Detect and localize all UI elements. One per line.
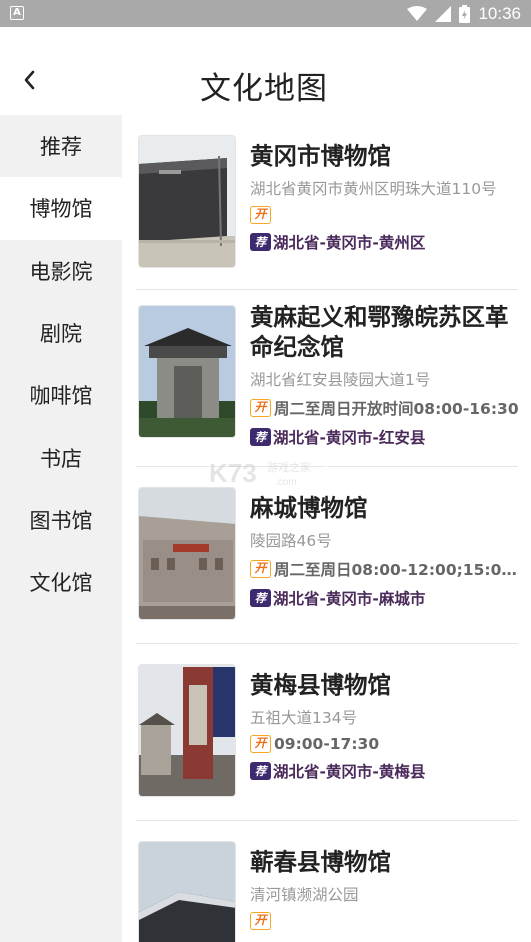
venue-photo — [138, 305, 236, 438]
venue-region: 湖北省-黄冈市-黄州区 — [273, 234, 426, 252]
venue-name: 黄冈市博物馆 — [250, 142, 391, 170]
hours-row: 开 周二至周日开放时间08:00-16:30 — [250, 397, 520, 419]
sidebar-item-bookstore[interactable]: 书店 — [0, 426, 122, 488]
venue-photo — [138, 487, 236, 620]
venue-name: 黄麻起义和鄂豫皖苏区革命纪念馆 — [250, 303, 509, 361]
sidebar-item-cultural-center[interactable]: 文化馆 — [0, 551, 122, 613]
list-item[interactable]: 蕲春县博物馆 清河镇濒湖公园 开 — [136, 841, 518, 942]
region-row: 荐 湖北省-黄冈市-红安县 — [250, 426, 520, 448]
notification-badge: A — [10, 6, 24, 20]
open-hours-icon: 开 — [250, 560, 271, 578]
hours-row: 开 — [250, 206, 520, 224]
venue-name: 蕲春县博物馆 — [250, 848, 391, 876]
venue-hours: 周二至周日08:00-12:00;15:00... — [274, 561, 520, 579]
recommend-icon: 荐 — [250, 428, 271, 446]
venue-name: 黄梅县博物馆 — [250, 671, 391, 699]
sidebar-item-library[interactable]: 图书馆 — [0, 489, 122, 551]
venue-address: 陵园路46号 — [250, 532, 332, 550]
venue-region: 湖北省-黄冈市-麻城市 — [273, 590, 426, 608]
list-item[interactable]: 黄梅县博物馆 五祖大道134号 开 09:00-17:30 荐 湖北省-黄冈市-… — [136, 664, 518, 821]
venue-photo — [138, 135, 236, 268]
region-row: 荐 湖北省-黄冈市-黄梅县 — [250, 760, 520, 782]
status-icons: 10:36 — [407, 2, 521, 26]
venue-address: 五祖大道134号 — [250, 709, 358, 727]
venue-photo — [138, 841, 236, 942]
venue-address: 湖北省黄冈市黄州区明珠大道110号 — [250, 180, 497, 198]
sidebar-item-recommend[interactable]: 推荐 — [0, 115, 122, 177]
clock: 10:36 — [478, 4, 521, 23]
status-bar: A 10:36 — [0, 0, 531, 27]
battery-icon — [459, 5, 471, 23]
region-row: 荐 湖北省-黄冈市-黄州区 — [250, 231, 520, 253]
hours-row: 开 周二至周日08:00-12:00;15:00... — [250, 558, 520, 580]
venue-list: 黄冈市博物馆 湖北省黄冈市黄州区明珠大道110号 开 荐 湖北省-黄冈市-黄州区 — [122, 115, 531, 942]
app-header: 文化地图 — [0, 27, 531, 115]
open-hours-icon: 开 — [250, 735, 271, 753]
recommend-icon: 荐 — [250, 233, 271, 251]
venue-hours: 09:00-17:30 — [274, 735, 380, 753]
venue-address: 湖北省红安县陵园大道1号 — [250, 371, 431, 389]
hours-row: 开 09:00-17:30 — [250, 735, 520, 753]
venue-name: 麻城博物馆 — [250, 494, 368, 522]
open-hours-icon: 开 — [250, 206, 271, 224]
wifi-icon — [407, 6, 428, 21]
sidebar-item-cinema[interactable]: 电影院 — [0, 240, 122, 302]
recommend-icon: 荐 — [250, 589, 271, 607]
sidebar-item-theater[interactable]: 剧院 — [0, 302, 122, 364]
hours-row: 开 — [250, 912, 520, 930]
recommend-icon: 荐 — [250, 762, 271, 780]
signal-icon — [435, 6, 452, 22]
list-item[interactable]: 黄冈市博物馆 湖北省黄冈市黄州区明珠大道110号 开 荐 湖北省-黄冈市-黄州区 — [136, 135, 518, 290]
venue-region: 湖北省-黄冈市-黄梅县 — [273, 763, 426, 781]
region-row: 荐 湖北省-黄冈市-麻城市 — [250, 587, 520, 609]
venue-hours: 周二至周日开放时间08:00-16:30 — [274, 400, 519, 418]
list-item[interactable]: 麻城博物馆 陵园路46号 开 周二至周日08:00-12:00;15:00...… — [136, 487, 520, 644]
category-sidebar: 推荐 博物馆 电影院 剧院 咖啡馆 书店 图书馆 文化馆 — [0, 115, 122, 942]
venue-info: 黄冈市博物馆 湖北省黄冈市黄州区明珠大道110号 开 荐 湖北省-黄冈市-黄州区 — [250, 141, 520, 253]
open-hours-icon: 开 — [250, 912, 271, 930]
venue-photo — [138, 664, 236, 797]
venue-info: 黄麻起义和鄂豫皖苏区革命纪念馆 湖北省红安县陵园大道1号 开 周二至周日开放时间… — [250, 302, 520, 448]
sidebar-item-museum[interactable]: 博物馆 — [0, 177, 122, 240]
venue-info: 蕲春县博物馆 清河镇濒湖公园 开 — [250, 847, 520, 930]
sidebar-item-cafe[interactable]: 咖啡馆 — [0, 364, 122, 426]
venue-address: 清河镇濒湖公园 — [250, 886, 359, 904]
venue-info: 麻城博物馆 陵园路46号 开 周二至周日08:00-12:00;15:00...… — [250, 493, 520, 609]
venue-region: 湖北省-黄冈市-红安县 — [273, 429, 426, 447]
venue-info: 黄梅县博物馆 五祖大道134号 开 09:00-17:30 荐 湖北省-黄冈市-… — [250, 670, 520, 782]
open-hours-icon: 开 — [250, 399, 271, 417]
list-item[interactable]: 黄麻起义和鄂豫皖苏区革命纪念馆 湖北省红安县陵园大道1号 开 周二至周日开放时间… — [136, 302, 520, 467]
page-title: 文化地图 — [200, 71, 328, 107]
